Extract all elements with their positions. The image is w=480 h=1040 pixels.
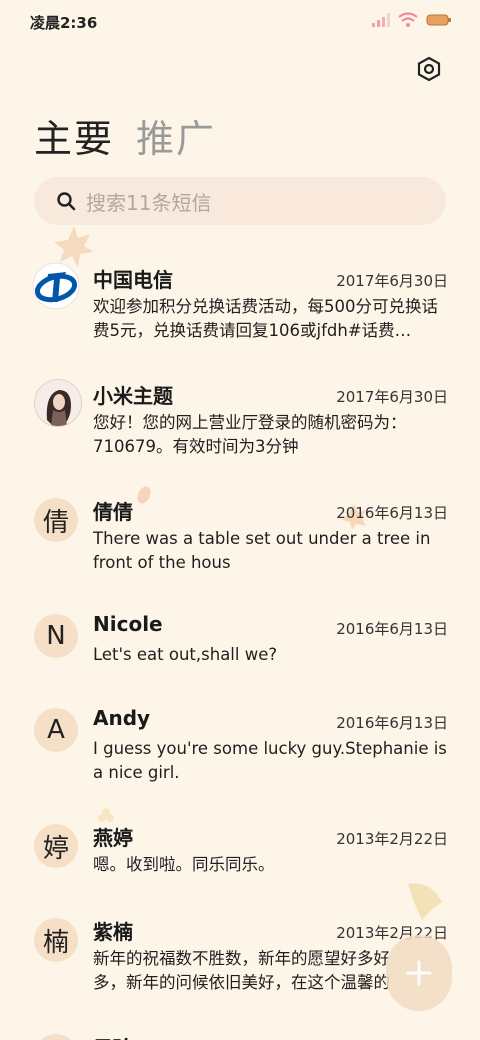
contact-name: Nicole (93, 612, 163, 636)
search-bar[interactable]: 搜索11条短信 (34, 177, 446, 225)
conversation-row[interactable]: A Andy 2016年6月13日 I guess you're some lu… (0, 686, 480, 802)
avatar-letter: 玲 (34, 1034, 78, 1040)
battery-icon (426, 14, 451, 26)
portrait-avatar-icon (35, 380, 81, 426)
search-icon (57, 192, 76, 211)
tab-promotion[interactable]: 推广 (136, 108, 216, 163)
conversation-row[interactable]: 小米主题 2017年6月30日 您好！您的网上营业厅登录的随机密码为：71067… (0, 360, 480, 476)
contact-name: Andy (93, 706, 151, 730)
wifi-icon (398, 12, 418, 27)
compose-button[interactable] (386, 935, 452, 1011)
contact-name: 紫楠 (93, 920, 133, 944)
contact-name: 中国电信 (93, 268, 173, 292)
message-preview: 欢迎参加积分兑换话费活动，每500分可兑换话费5元，兑换话费请回复106或jfd… (93, 297, 438, 340)
message-date: 2016年6月13日 (336, 620, 448, 638)
conversation-row[interactable]: N Nicole 2016年6月13日 Let's eat out,shall … (0, 592, 480, 686)
search-placeholder: 搜索11条短信 (86, 190, 212, 215)
settings-button[interactable] (414, 54, 444, 84)
conversation-row[interactable]: 婷 燕婷 2013年2月22日 嗯。收到啦。同乐同乐。 (0, 802, 480, 896)
avatar-china-telecom (32, 262, 80, 310)
contact-name: 燕婷 (93, 826, 133, 850)
plus-icon (406, 960, 432, 986)
avatar-letter: A (34, 708, 78, 752)
signal-icon (372, 13, 390, 27)
message-date: 2017年6月30日 (336, 388, 448, 406)
message-date: 2017年6月30日 (336, 272, 448, 290)
message-preview: 新年的祝福数不胜数，新年的愿望好多好多，新年的问候依旧美好，在这个温馨的时刻 (93, 949, 390, 992)
avatar-letter: N (34, 614, 78, 658)
conversation-row[interactable]: 玲 子玲 (0, 1012, 480, 1040)
status-time: 凌晨2:36 (30, 14, 98, 32)
message-date: 2016年6月13日 (336, 714, 448, 732)
message-date: 2013年2月22日 (336, 830, 448, 848)
message-preview: 您好！您的网上营业厅登录的随机密码为：710679。有效时间为3分钟 (93, 413, 407, 456)
conversation-row[interactable]: 倩 倩倩 2016年6月13日 There was a table set ou… (0, 476, 480, 592)
status-bar: 凌晨2:36 (0, 0, 480, 44)
message-preview: There was a table set out under a tree i… (93, 529, 431, 572)
contact-name: 子玲 (93, 1032, 133, 1040)
contact-name: 小米主题 (93, 384, 173, 408)
conversation-row[interactable]: 中国电信 2017年6月30日 欢迎参加积分兑换话费活动，每500分可兑换话费5… (0, 244, 480, 360)
avatar-letter: 楠 (34, 918, 78, 962)
avatar-photo (34, 379, 82, 427)
contact-name: 倩倩 (93, 500, 133, 524)
avatar-letter: 倩 (34, 498, 78, 542)
message-preview: I guess you're some lucky guy.Stephanie … (93, 739, 447, 782)
message-preview: Let's eat out,shall we? (93, 645, 278, 664)
status-icons (372, 12, 452, 28)
message-preview: 嗯。收到啦。同乐同乐。 (93, 855, 275, 874)
category-tabs: 主要 推广 (34, 108, 216, 163)
china-telecom-logo-icon (32, 262, 80, 310)
tab-primary[interactable]: 主要 (34, 108, 114, 163)
avatar-letter: 婷 (34, 824, 78, 868)
message-date: 2016年6月13日 (336, 504, 448, 522)
settings-hexagon-icon (417, 56, 441, 82)
